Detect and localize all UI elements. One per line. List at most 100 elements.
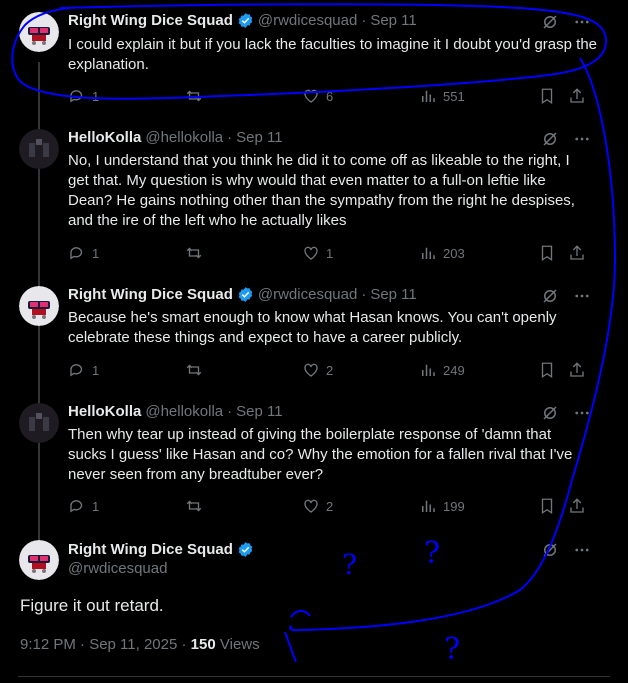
bookmark-button[interactable] bbox=[538, 361, 556, 379]
avatar[interactable] bbox=[19, 129, 59, 169]
analytics-icon bbox=[422, 364, 435, 376]
share-icon bbox=[570, 245, 584, 260]
separator-dot: · bbox=[227, 403, 233, 420]
display-name[interactable]: Right Wing Dice Squad bbox=[68, 541, 233, 558]
grok-icon[interactable] bbox=[541, 404, 559, 422]
reply-icon bbox=[70, 364, 83, 377]
tweet-actions: 1 6 551 bbox=[68, 87, 588, 107]
like-count: 2 bbox=[326, 362, 334, 378]
reply-button[interactable]: 1 bbox=[68, 244, 99, 262]
views-button[interactable]: 203 bbox=[419, 244, 465, 262]
share-icon bbox=[570, 498, 584, 513]
user-handle[interactable]: @rwdicesquad bbox=[258, 286, 357, 303]
tweet-actions: 1 1 203 bbox=[68, 244, 588, 264]
avatar[interactable] bbox=[19, 286, 59, 326]
avatar[interactable] bbox=[19, 12, 59, 52]
avatar[interactable] bbox=[19, 403, 59, 443]
share-button[interactable] bbox=[568, 244, 586, 262]
repost-icon bbox=[186, 90, 202, 102]
separator-dot: · bbox=[361, 286, 367, 303]
bookmark-icon bbox=[541, 362, 553, 379]
display-name[interactable]: HelloKolla bbox=[68, 129, 141, 146]
tweet-actions: 1 2 249 bbox=[68, 361, 588, 381]
heart-icon bbox=[304, 246, 318, 260]
tweet-timestamp[interactable]: 9:12 PM · Sep 11, 2025 bbox=[20, 636, 177, 653]
annotation-question-mark: ? bbox=[424, 536, 441, 571]
user-handle[interactable]: @rwdicesquad bbox=[258, 12, 357, 29]
more-options-icon[interactable] bbox=[573, 287, 591, 305]
heart-icon bbox=[304, 499, 318, 513]
tweet-date[interactable]: Sep 11 bbox=[370, 286, 416, 303]
tweet-date[interactable]: Sep 11 bbox=[370, 12, 416, 29]
share-button[interactable] bbox=[568, 497, 586, 515]
verified-badge-icon bbox=[238, 542, 253, 557]
reply-icon bbox=[70, 247, 83, 260]
grok-icon[interactable] bbox=[541, 287, 559, 305]
reply-button[interactable]: 1 bbox=[68, 361, 99, 379]
bookmark-button[interactable] bbox=[538, 497, 556, 515]
grok-icon[interactable] bbox=[541, 541, 559, 559]
reply-count: 1 bbox=[92, 498, 100, 514]
analytics-icon bbox=[422, 90, 435, 102]
user-handle[interactable]: @rwdicesquad bbox=[68, 560, 254, 577]
views-button[interactable]: 551 bbox=[419, 87, 465, 105]
bookmark-button[interactable] bbox=[538, 87, 556, 105]
tweet-text: No, I understand that you think he did i… bbox=[68, 152, 575, 229]
user-handle[interactable]: @hellokolla bbox=[145, 129, 223, 146]
avatar[interactable] bbox=[19, 540, 59, 580]
share-icon bbox=[570, 88, 584, 103]
like-count: 2 bbox=[326, 498, 334, 514]
verified-badge-icon bbox=[238, 13, 253, 28]
analytics-icon bbox=[422, 247, 435, 259]
divider bbox=[18, 676, 610, 677]
heart-icon bbox=[304, 363, 318, 377]
views-label: Views bbox=[219, 636, 260, 653]
tweet-date[interactable]: Sep 11 bbox=[236, 129, 282, 146]
repost-icon bbox=[186, 364, 202, 376]
focal-tweet-text: Figure it out retard. bbox=[20, 596, 164, 615]
like-count: 1 bbox=[326, 245, 334, 261]
display-name[interactable]: Right Wing Dice Squad bbox=[68, 12, 233, 29]
views-count: 150 bbox=[190, 636, 216, 653]
like-button[interactable]: 2 bbox=[302, 497, 333, 515]
tweet-text: Because he's smart enough to know what H… bbox=[68, 309, 557, 346]
tweet-date[interactable]: Sep 11 bbox=[236, 403, 282, 420]
share-icon bbox=[570, 362, 584, 377]
like-button[interactable]: 6 bbox=[302, 87, 333, 105]
annotation-question-mark: ? bbox=[342, 548, 358, 581]
repost-button[interactable] bbox=[185, 244, 203, 262]
more-options-icon[interactable] bbox=[573, 541, 591, 559]
grok-icon[interactable] bbox=[541, 13, 559, 31]
tweet-text: Then why tear up instead of giving the b… bbox=[68, 426, 573, 483]
bookmark-icon bbox=[541, 498, 553, 515]
display-name[interactable]: Right Wing Dice Squad bbox=[68, 286, 233, 303]
reply-count: 1 bbox=[92, 362, 100, 378]
bookmark-icon bbox=[541, 245, 553, 262]
views-button[interactable]: 249 bbox=[419, 361, 465, 379]
more-options-icon[interactable] bbox=[573, 13, 591, 31]
annotation-question-mark: ? bbox=[444, 632, 461, 667]
like-button[interactable]: 1 bbox=[302, 244, 333, 262]
reply-button[interactable]: 1 bbox=[68, 87, 99, 105]
bookmark-button[interactable] bbox=[538, 244, 556, 262]
repost-button[interactable] bbox=[185, 361, 203, 379]
repost-icon bbox=[186, 247, 202, 259]
separator-dot: · bbox=[181, 636, 191, 653]
views-button[interactable]: 199 bbox=[419, 497, 465, 515]
reply-icon bbox=[70, 90, 83, 103]
more-options-icon[interactable] bbox=[573, 130, 591, 148]
repost-button[interactable] bbox=[185, 87, 203, 105]
more-options-icon[interactable] bbox=[573, 404, 591, 422]
user-handle[interactable]: @hellokolla bbox=[145, 403, 223, 420]
display-name[interactable]: HelloKolla bbox=[68, 403, 141, 420]
repost-button[interactable] bbox=[185, 497, 203, 515]
repost-icon bbox=[186, 500, 202, 512]
like-button[interactable]: 2 bbox=[302, 361, 333, 379]
bookmark-icon bbox=[541, 88, 553, 105]
separator-dot: · bbox=[227, 129, 233, 146]
tweet-actions: 1 2 199 bbox=[68, 497, 588, 517]
share-button[interactable] bbox=[568, 361, 586, 379]
grok-icon[interactable] bbox=[541, 130, 559, 148]
reply-button[interactable]: 1 bbox=[68, 497, 99, 515]
share-button[interactable] bbox=[568, 87, 586, 105]
